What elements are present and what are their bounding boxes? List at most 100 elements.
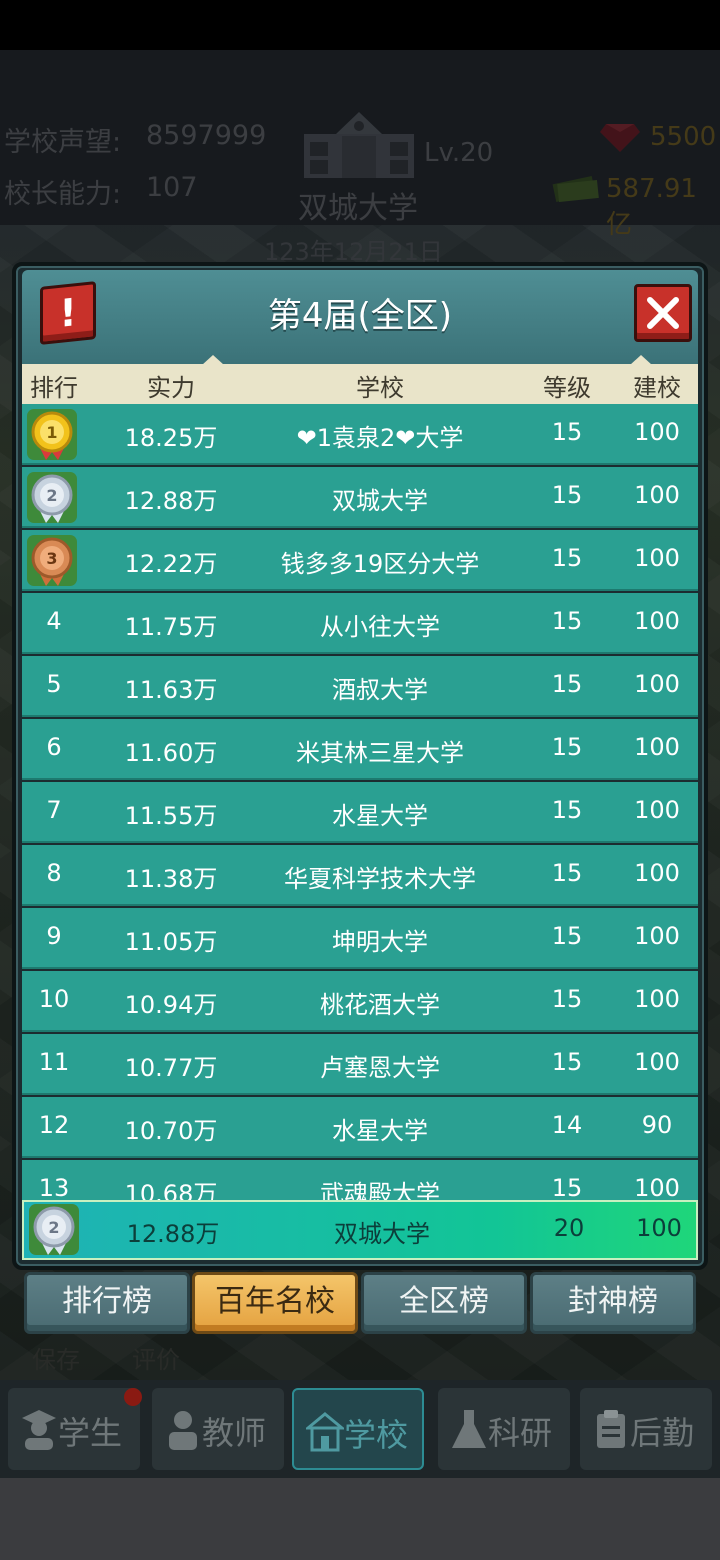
school-name: 从小往大学 bbox=[320, 613, 440, 641]
built-value: 100 bbox=[634, 733, 680, 761]
header-notch bbox=[202, 355, 224, 365]
level-value: 14 bbox=[551, 1111, 583, 1139]
svg-text:2: 2 bbox=[46, 486, 57, 505]
gold-medal-icon: 1 bbox=[27, 409, 77, 460]
built-value: 100 bbox=[634, 544, 680, 572]
svg-text:3: 3 bbox=[46, 549, 57, 568]
power-value: 11.05万 bbox=[124, 928, 218, 956]
level-value: 15 bbox=[551, 607, 583, 635]
power-value: 10.70万 bbox=[124, 1117, 218, 1145]
tab-ranking[interactable]: 排行榜 bbox=[24, 1272, 190, 1334]
power-value: 10.77万 bbox=[124, 1054, 218, 1082]
table-row[interactable]: 10 10.94万 桃花酒大学 15 100 bbox=[22, 971, 698, 1032]
rank-number: 7 bbox=[46, 796, 62, 824]
nav-label: 后勤 bbox=[630, 1414, 695, 1452]
level-value: 15 bbox=[551, 796, 583, 824]
rank-number: 9 bbox=[46, 922, 62, 950]
power-value: 11.75万 bbox=[124, 613, 218, 641]
ranking-list[interactable]: 1 18.25万 ❤1袁泉2❤大学 15 100 2 12.88万 双城大学 15 100 3 12.… bbox=[22, 404, 698, 1200]
table-row[interactable]: 1 18.25万 ❤1袁泉2❤大学 15 100 bbox=[22, 404, 698, 465]
built-value: 90 bbox=[641, 1111, 673, 1139]
school-name: 米其林三星大学 bbox=[296, 739, 464, 767]
my-school-row: 2 12.88万 双城大学 20 100 bbox=[22, 1200, 698, 1260]
school-name: 坤明大学 bbox=[332, 928, 428, 956]
school-name: 水星大学 bbox=[332, 802, 428, 830]
nav-teachers[interactable]: 教师 bbox=[152, 1388, 284, 1470]
built-value: 100 bbox=[634, 796, 680, 824]
system-nav-area bbox=[0, 1478, 720, 1560]
school-icon bbox=[306, 1412, 344, 1452]
tab-hall-of-gods[interactable]: 封神榜 bbox=[530, 1272, 696, 1334]
my-school-name: 双城大学 bbox=[334, 1220, 430, 1248]
power-value: 12.22万 bbox=[124, 550, 218, 578]
col-power[interactable]: 实力 bbox=[96, 368, 246, 403]
table-row[interactable]: 2 12.88万 双城大学 15 100 bbox=[22, 467, 698, 528]
bronze-medal-icon: 3 bbox=[27, 535, 77, 586]
built-value: 100 bbox=[634, 418, 680, 446]
level-value: 15 bbox=[551, 670, 583, 698]
built-value: 100 bbox=[634, 859, 680, 887]
nav-school[interactable]: 学校 bbox=[292, 1388, 424, 1470]
rank-number: 5 bbox=[46, 670, 62, 698]
col-rank[interactable]: 排行 bbox=[22, 368, 86, 403]
school-name: 桃花酒大学 bbox=[320, 991, 440, 1019]
table-row[interactable]: 13 10.68万 武魂殿大学 15 100 bbox=[22, 1160, 698, 1200]
nav-students[interactable]: 学生 bbox=[8, 1388, 140, 1470]
tab-server-ranking[interactable]: 全区榜 bbox=[361, 1272, 527, 1334]
table-row[interactable]: 7 11.55万 水星大学 15 100 bbox=[22, 782, 698, 843]
rank-number: 10 bbox=[38, 985, 70, 1013]
table-row[interactable]: 4 11.75万 从小往大学 15 100 bbox=[22, 593, 698, 654]
built-value: 100 bbox=[634, 607, 680, 635]
nav-label: 学校 bbox=[344, 1416, 409, 1454]
level-value: 15 bbox=[551, 922, 583, 950]
close-icon bbox=[647, 297, 679, 329]
close-button[interactable] bbox=[634, 284, 692, 342]
tab-century-school[interactable]: 百年名校 bbox=[192, 1272, 358, 1334]
nav-label: 科研 bbox=[488, 1414, 553, 1452]
level-value: 15 bbox=[551, 985, 583, 1013]
school-name: 华夏科学技术大学 bbox=[284, 865, 476, 893]
table-row[interactable]: 12 10.70万 水星大学 14 90 bbox=[22, 1097, 698, 1158]
power-value: 18.25万 bbox=[124, 424, 218, 452]
power-value: 11.60万 bbox=[124, 739, 218, 767]
power-value: 11.55万 bbox=[124, 802, 218, 830]
nav-label: 教师 bbox=[202, 1414, 267, 1452]
built-value: 100 bbox=[634, 481, 680, 509]
rank-number: 13 bbox=[38, 1174, 70, 1200]
table-row[interactable]: 6 11.60万 米其林三星大学 15 100 bbox=[22, 719, 698, 780]
col-built[interactable]: 建校 bbox=[617, 368, 697, 403]
table-row[interactable]: 8 11.38万 华夏科学技术大学 15 100 bbox=[22, 845, 698, 906]
status-bar bbox=[0, 0, 720, 50]
col-level[interactable]: 等级 bbox=[532, 368, 602, 403]
level-value: 15 bbox=[551, 544, 583, 572]
tab-label: 全区榜 bbox=[399, 1284, 489, 1319]
clipboard-icon bbox=[597, 1410, 625, 1448]
table-row[interactable]: 5 11.63万 酒叔大学 15 100 bbox=[22, 656, 698, 717]
power-value: 11.38万 bbox=[124, 865, 218, 893]
table-row[interactable]: 11 10.77万 卢塞恩大学 15 100 bbox=[22, 1034, 698, 1095]
school-name: 钱多多19区分大学 bbox=[280, 550, 480, 578]
level-value: 15 bbox=[551, 481, 583, 509]
power-value: 10.68万 bbox=[124, 1180, 218, 1200]
nav-logistics[interactable]: 后勤 bbox=[580, 1388, 712, 1470]
level-value: 15 bbox=[551, 859, 583, 887]
col-school[interactable]: 学校 bbox=[230, 368, 530, 403]
nav-label: 学生 bbox=[58, 1414, 123, 1452]
built-value: 100 bbox=[634, 1048, 680, 1076]
power-value: 10.94万 bbox=[124, 991, 218, 1019]
svg-text:2: 2 bbox=[48, 1218, 59, 1237]
teacher-icon bbox=[169, 1411, 197, 1450]
table-row[interactable]: 9 11.05万 坤明大学 15 100 bbox=[22, 908, 698, 969]
column-header: 排行 实力 学校 等级 建校 bbox=[22, 355, 698, 404]
school-name: 酒叔大学 bbox=[332, 676, 428, 704]
my-level: 20 bbox=[553, 1214, 585, 1242]
my-built: 100 bbox=[636, 1214, 682, 1242]
ranking-modal: ! 第4届(全区) 排行 实力 学校 等级 建校 1 18.25万 ❤1袁泉2❤大学… bbox=[12, 262, 708, 1270]
rank-number: 12 bbox=[38, 1111, 70, 1139]
tab-label: 百年名校 bbox=[215, 1284, 335, 1319]
bottom-nav: 学生 教师 学校 科研 后勤 bbox=[0, 1380, 720, 1478]
nav-research[interactable]: 科研 bbox=[438, 1388, 570, 1470]
tab-label: 排行榜 bbox=[62, 1284, 152, 1319]
built-value: 100 bbox=[634, 922, 680, 950]
table-row[interactable]: 3 12.22万 钱多多19区分大学 15 100 bbox=[22, 530, 698, 591]
